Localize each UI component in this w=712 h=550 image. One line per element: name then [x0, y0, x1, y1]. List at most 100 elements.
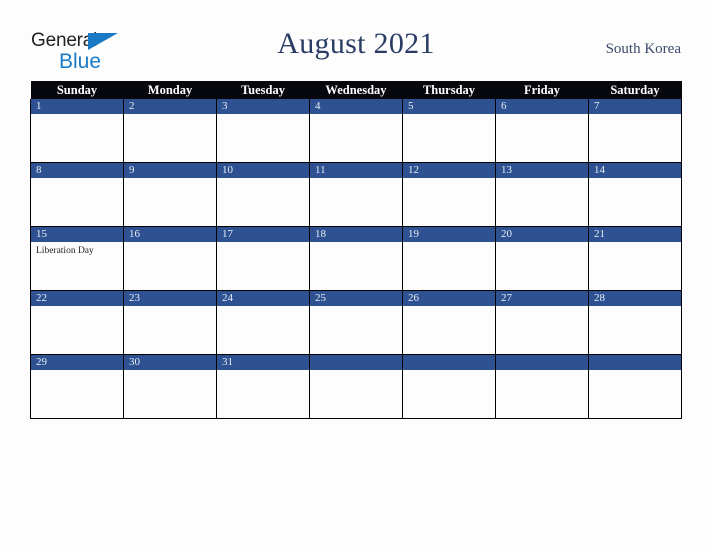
- day-number: 18: [310, 227, 402, 242]
- calendar-day-cell[interactable]: 25: [309, 290, 403, 355]
- calendar-day-cell[interactable]: 2: [123, 99, 217, 163]
- calendar-grid: Sunday Monday Tuesday Wednesday Thursday Frid…: [30, 81, 682, 419]
- day-events: [217, 370, 309, 373]
- day-events: [124, 370, 216, 373]
- weekday-header-tuesday: Tuesday: [216, 81, 310, 99]
- day-number: 11: [310, 163, 402, 178]
- calendar-day-cell[interactable]: 21: [588, 226, 682, 291]
- day-events: [124, 242, 216, 245]
- calendar-empty-cell[interactable]: [309, 354, 403, 419]
- day-number: 12: [403, 163, 495, 178]
- day-number: 16: [124, 227, 216, 242]
- calendar-week-row: 22 23 24 25 26 27 28: [30, 290, 682, 355]
- calendar-day-cell[interactable]: 27: [495, 290, 589, 355]
- day-events: [403, 178, 495, 181]
- day-number: [589, 355, 681, 370]
- calendar-day-cell[interactable]: 28: [588, 290, 682, 355]
- calendar-empty-cell[interactable]: [495, 354, 589, 419]
- day-number: 23: [124, 291, 216, 306]
- day-number: 17: [217, 227, 309, 242]
- day-number: 4: [310, 99, 402, 114]
- calendar-day-cell[interactable]: 29: [30, 354, 124, 419]
- day-number: 7: [589, 99, 681, 114]
- day-number: 30: [124, 355, 216, 370]
- day-number: 28: [589, 291, 681, 306]
- calendar-day-cell[interactable]: 16: [123, 226, 217, 291]
- calendar-day-cell[interactable]: 20: [495, 226, 589, 291]
- calendar-day-cell[interactable]: 6: [495, 99, 589, 163]
- page-header: General Blue August 2021 South Korea: [0, 0, 712, 78]
- day-number: 26: [403, 291, 495, 306]
- calendar-day-cell[interactable]: 17: [216, 226, 310, 291]
- day-events: [31, 306, 123, 309]
- day-events: [496, 306, 588, 309]
- calendar-day-cell[interactable]: 15 Liberation Day: [30, 226, 124, 291]
- day-number: 20: [496, 227, 588, 242]
- day-events: [217, 178, 309, 181]
- calendar-day-cell[interactable]: 14: [588, 162, 682, 227]
- calendar-day-cell[interactable]: 12: [402, 162, 496, 227]
- calendar-body: 1 2 3 4 5 6 7 8 9 10 11 12 13 14 15 Liberation Day 16 17 1…: [30, 99, 682, 419]
- calendar-empty-cell[interactable]: [588, 354, 682, 419]
- day-number: 29: [31, 355, 123, 370]
- day-number: 2: [124, 99, 216, 114]
- calendar-day-cell[interactable]: 10: [216, 162, 310, 227]
- day-number: [310, 355, 402, 370]
- day-events: [310, 114, 402, 117]
- calendar-day-cell[interactable]: 26: [402, 290, 496, 355]
- calendar-day-cell[interactable]: 18: [309, 226, 403, 291]
- calendar-day-cell[interactable]: 9: [123, 162, 217, 227]
- day-events: [310, 370, 402, 373]
- calendar-day-cell[interactable]: 8: [30, 162, 124, 227]
- weekday-header-thursday: Thursday: [402, 81, 496, 99]
- day-events: [310, 178, 402, 181]
- calendar-day-cell[interactable]: 3: [216, 99, 310, 163]
- day-number: 6: [496, 99, 588, 114]
- weekday-header-sunday: Sunday: [30, 81, 124, 99]
- day-number: 8: [31, 163, 123, 178]
- calendar-day-cell[interactable]: 5: [402, 99, 496, 163]
- day-number: 22: [31, 291, 123, 306]
- calendar-day-cell[interactable]: 1: [30, 99, 124, 163]
- day-events: [31, 114, 123, 117]
- day-events: Liberation Day: [31, 242, 123, 257]
- calendar-day-cell[interactable]: 4: [309, 99, 403, 163]
- calendar-day-cell[interactable]: 13: [495, 162, 589, 227]
- calendar-week-row: 8 9 10 11 12 13 14: [30, 162, 682, 227]
- day-events: [589, 114, 681, 117]
- day-events: [31, 370, 123, 373]
- day-number: 15: [31, 227, 123, 242]
- day-events: [31, 178, 123, 181]
- calendar-week-row: 1234567: [30, 99, 682, 163]
- day-events: [589, 242, 681, 245]
- day-number: [496, 355, 588, 370]
- day-events: [403, 242, 495, 245]
- day-number: 5: [403, 99, 495, 114]
- calendar-day-cell[interactable]: 23: [123, 290, 217, 355]
- day-events: [403, 370, 495, 373]
- calendar-day-cell[interactable]: 19: [402, 226, 496, 291]
- day-number: 9: [124, 163, 216, 178]
- calendar-day-cell[interactable]: 31: [216, 354, 310, 419]
- day-number: [403, 355, 495, 370]
- day-number: 21: [589, 227, 681, 242]
- weekday-header-monday: Monday: [123, 81, 217, 99]
- calendar-day-cell[interactable]: 11: [309, 162, 403, 227]
- day-events: [310, 306, 402, 309]
- calendar-day-cell[interactable]: 22: [30, 290, 124, 355]
- day-events: [496, 242, 588, 245]
- day-number: 1: [31, 99, 123, 114]
- day-number: 25: [310, 291, 402, 306]
- calendar-empty-cell[interactable]: [402, 354, 496, 419]
- calendar-day-cell[interactable]: 30: [123, 354, 217, 419]
- day-events: [217, 306, 309, 309]
- day-events: [403, 114, 495, 117]
- weekday-header-row: Sunday Monday Tuesday Wednesday Thursday Frid…: [30, 81, 682, 99]
- day-number: 10: [217, 163, 309, 178]
- day-events: [217, 114, 309, 117]
- calendar-day-cell[interactable]: 7: [588, 99, 682, 163]
- calendar-week-row: 15 Liberation Day 16 17 18 19 20 21: [30, 226, 682, 291]
- calendar-day-cell[interactable]: 24: [216, 290, 310, 355]
- day-events: [496, 114, 588, 117]
- day-events: [217, 242, 309, 245]
